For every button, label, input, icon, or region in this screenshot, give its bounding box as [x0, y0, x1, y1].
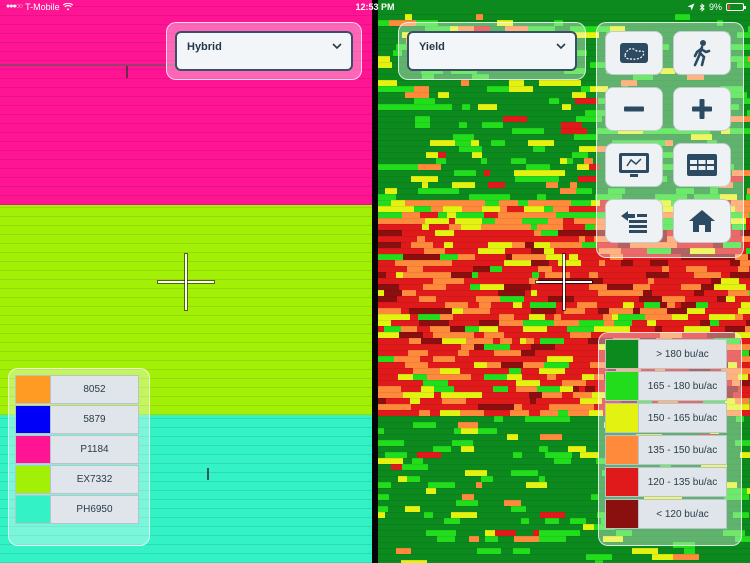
legend-label: 5879	[50, 406, 138, 433]
legend-label: 135 - 150 bu/ac	[638, 436, 726, 464]
screen-map-icon	[619, 153, 649, 177]
map-view-button[interactable]	[605, 143, 663, 187]
hybrid-select-panel: Hybrid	[166, 22, 362, 80]
map-icon	[620, 43, 648, 63]
data-table-button[interactable]	[673, 143, 731, 187]
map-marker	[207, 468, 209, 480]
dropdown-value: Yield	[419, 41, 445, 53]
legend-row: > 180 bu/ac	[605, 339, 727, 369]
legend-label: 150 - 165 bu/ac	[638, 404, 726, 432]
yield-legend-panel: > 180 bu/ac 165 - 180 bu/ac 150 - 165 bu/a…	[598, 332, 742, 546]
legend-swatch	[16, 436, 50, 463]
legend-row: 120 - 135 bu/ac	[605, 467, 727, 497]
chevron-down-icon	[556, 43, 566, 50]
legend-row: 165 - 180 bu/ac	[605, 371, 727, 401]
legend-label: EX7332	[50, 466, 138, 493]
yield-map-pane[interactable]: Yield > 180 bu/ac 165 - 180 bu/ac 150 - …	[378, 0, 750, 563]
clock: 12:53 PM	[355, 2, 395, 12]
legend-swatch	[606, 340, 638, 368]
legend-swatch	[606, 404, 638, 432]
plus-icon	[692, 99, 712, 119]
hybrid-legend-panel: 8052 5879 P1184 EX7332 PH6950	[8, 368, 150, 546]
legend-row: 5879	[15, 405, 139, 434]
yield-select-panel: Yield	[398, 22, 586, 80]
legend-swatch	[16, 376, 50, 403]
yield-layer-dropdown[interactable]: Yield	[407, 31, 577, 71]
zoom-in-button[interactable]	[673, 87, 731, 131]
walk-mode-button[interactable]	[673, 31, 731, 75]
home-button[interactable]	[673, 199, 731, 243]
legend-row: EX7332	[15, 465, 139, 494]
hybrid-map-pane[interactable]: Hybrid 8052 5879 P1184 EX7332 PH6950	[0, 0, 372, 563]
legend-row: 8052	[15, 375, 139, 404]
layers-list-button[interactable]	[605, 199, 663, 243]
legend-label: P1184	[50, 436, 138, 463]
crosshair-icon	[536, 254, 592, 310]
legend-label: 120 - 135 bu/ac	[638, 468, 726, 496]
chevron-down-icon	[332, 43, 342, 50]
split-map-app: ●●●○○ T-Mobile 12:53 PM 9% Hybrid 8052 58…	[0, 0, 750, 563]
legend-row: PH6950	[15, 495, 139, 524]
map-toolbar	[596, 22, 744, 258]
status-right: 9%	[687, 0, 746, 14]
legend-label: PH6950	[50, 496, 138, 523]
legend-swatch	[606, 468, 638, 496]
legend-row: 135 - 150 bu/ac	[605, 435, 727, 465]
battery-percent: 9%	[708, 2, 722, 12]
hybrid-legend: 8052 5879 P1184 EX7332 PH6950	[15, 375, 139, 525]
status-bar: ●●●○○ T-Mobile 12:53 PM 9%	[0, 0, 750, 14]
map-marker	[126, 66, 128, 78]
dropdown-value: Hybrid	[187, 41, 222, 53]
battery-icon	[726, 3, 746, 11]
legend-row: P1184	[15, 435, 139, 464]
hybrid-layer-dropdown[interactable]: Hybrid	[175, 31, 353, 71]
list-arrow-icon	[621, 211, 647, 233]
legend-label: 8052	[50, 376, 138, 403]
walking-person-icon	[693, 40, 711, 67]
legend-swatch	[606, 372, 638, 400]
legend-swatch	[16, 406, 50, 433]
legend-label: > 180 bu/ac	[638, 340, 726, 368]
legend-label: 165 - 180 bu/ac	[638, 372, 726, 400]
legend-swatch	[606, 500, 638, 528]
zoom-out-button[interactable]	[605, 87, 663, 131]
field-boundary-button[interactable]	[605, 31, 663, 75]
legend-label: < 120 bu/ac	[638, 500, 726, 528]
crosshair-icon	[158, 254, 214, 310]
home-icon	[689, 210, 715, 232]
minus-icon	[624, 106, 644, 112]
location-arrow-icon	[687, 3, 695, 11]
legend-row: < 120 bu/ac	[605, 499, 727, 529]
legend-swatch	[606, 436, 638, 464]
legend-swatch	[16, 466, 50, 493]
bluetooth-icon	[699, 2, 705, 12]
legend-swatch	[16, 496, 50, 523]
yield-legend: > 180 bu/ac 165 - 180 bu/ac 150 - 165 bu/a…	[605, 339, 727, 531]
table-icon	[687, 154, 717, 176]
legend-row: 150 - 165 bu/ac	[605, 403, 727, 433]
